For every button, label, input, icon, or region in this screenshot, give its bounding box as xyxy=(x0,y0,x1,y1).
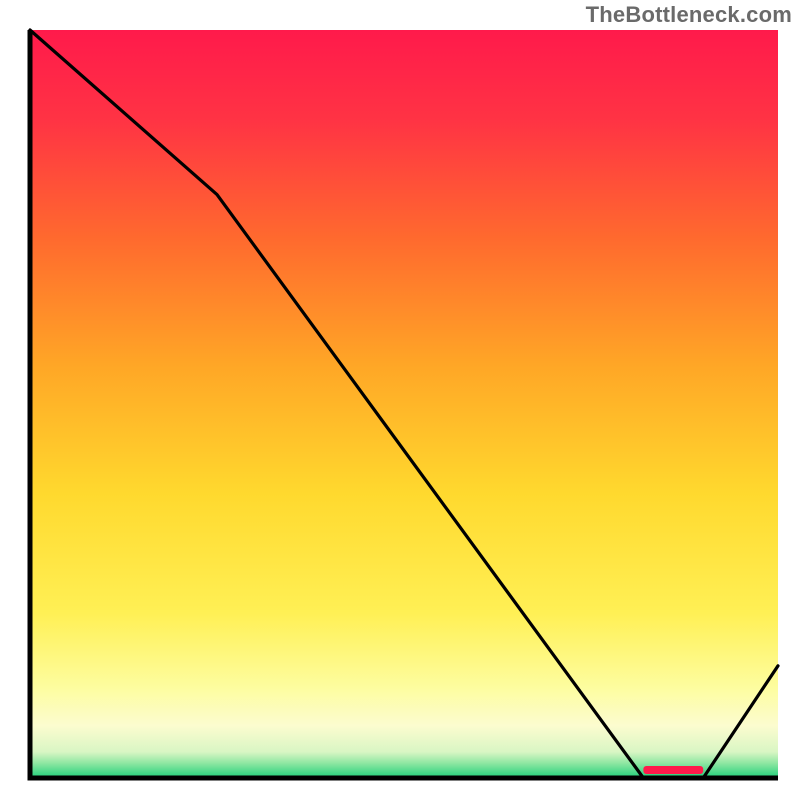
watermark-text: TheBottleneck.com xyxy=(586,2,792,28)
plot-background xyxy=(30,30,778,778)
chart-stage: TheBottleneck.com xyxy=(0,0,800,800)
optimal-range-marker xyxy=(643,766,703,774)
bottleneck-chart xyxy=(0,0,800,800)
